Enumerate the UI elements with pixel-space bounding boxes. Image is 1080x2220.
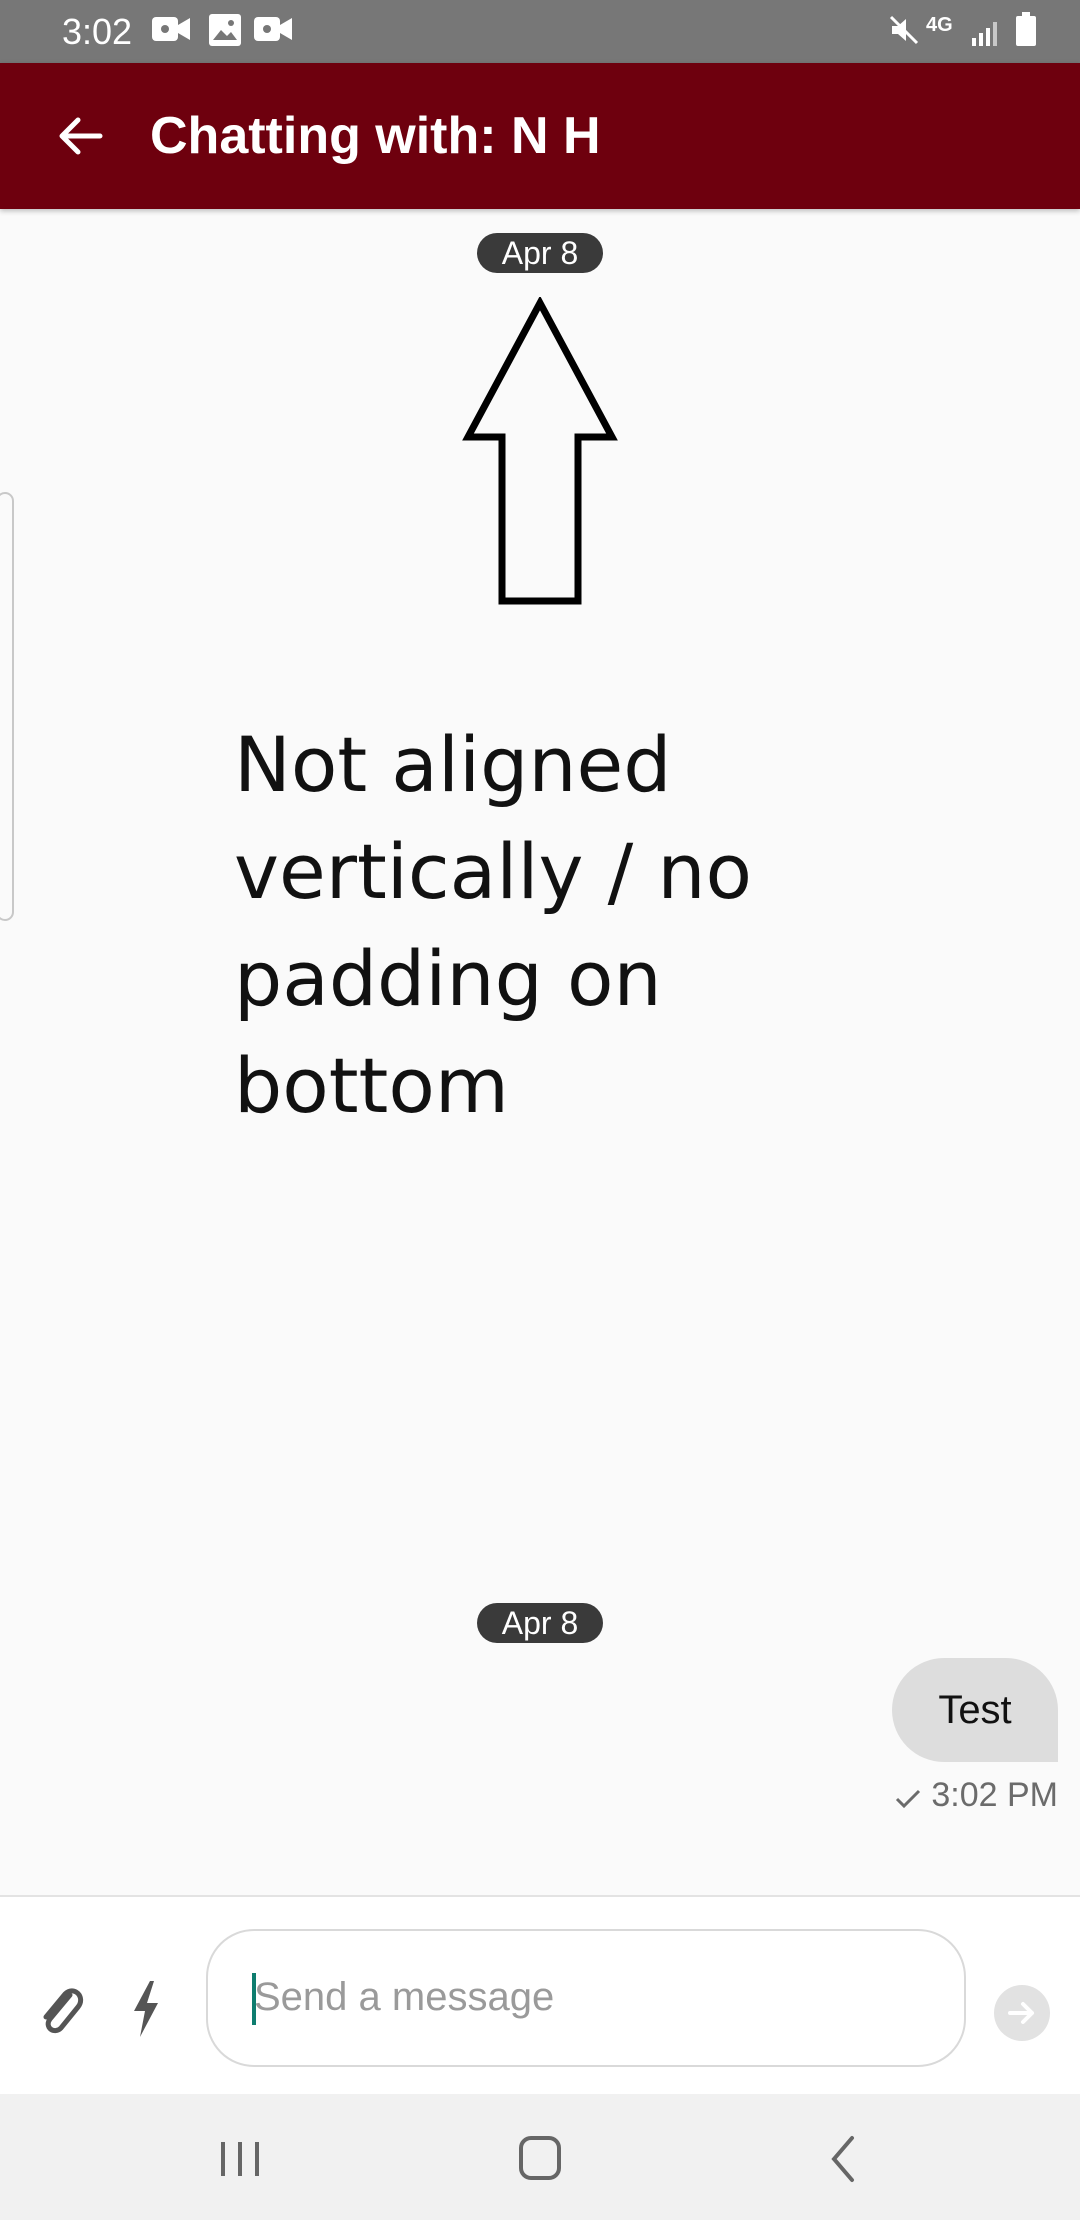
annotation-up-arrow-icon [462, 297, 618, 605]
recents-icon[interactable] [205, 2134, 275, 2184]
back-icon[interactable] [808, 2134, 878, 2184]
message-time: 3:02 PM [931, 1776, 1058, 1814]
chat-message-list[interactable]: Apr 8 Not aligned vertically / no paddin… [0, 209, 1080, 1895]
status-time: 3:02 [62, 11, 133, 52]
date-chip: Apr 8 [477, 233, 603, 273]
signal-icon [972, 22, 997, 46]
page-title: Chatting with: N H [150, 107, 601, 165]
status-system-icons: 4G [888, 12, 1048, 50]
system-nav-bar [0, 2094, 1080, 2220]
home-icon[interactable] [505, 2134, 575, 2184]
paperclip-icon[interactable] [34, 1979, 86, 2041]
edge-panel-handle[interactable] [0, 492, 14, 921]
lightning-icon[interactable] [130, 1981, 162, 2037]
check-icon [896, 1789, 921, 1809]
message-composer [0, 1895, 1080, 2096]
image-icon [209, 14, 241, 46]
message-input[interactable] [252, 1961, 896, 2033]
status-bar: 3:02 4G [0, 0, 1080, 63]
network-4g-icon: 4G [926, 14, 953, 36]
mute-icon [889, 15, 919, 45]
send-button[interactable] [994, 1985, 1050, 2041]
date-chip: Apr 8 [477, 1603, 603, 1643]
video-icon [152, 17, 190, 41]
battery-icon [1016, 12, 1036, 46]
message-meta: 3:02 PM [895, 1775, 1058, 1815]
app-bar: Chatting with: N H [0, 63, 1080, 209]
message-bubble-outgoing[interactable]: Test [892, 1658, 1058, 1762]
back-arrow-icon[interactable] [52, 108, 108, 164]
video-icon [254, 17, 292, 41]
annotation-text: Not aligned vertically / no padding on b… [234, 720, 753, 1130]
message-input-container[interactable] [206, 1929, 966, 2067]
arrow-right-icon [1008, 2002, 1034, 2024]
